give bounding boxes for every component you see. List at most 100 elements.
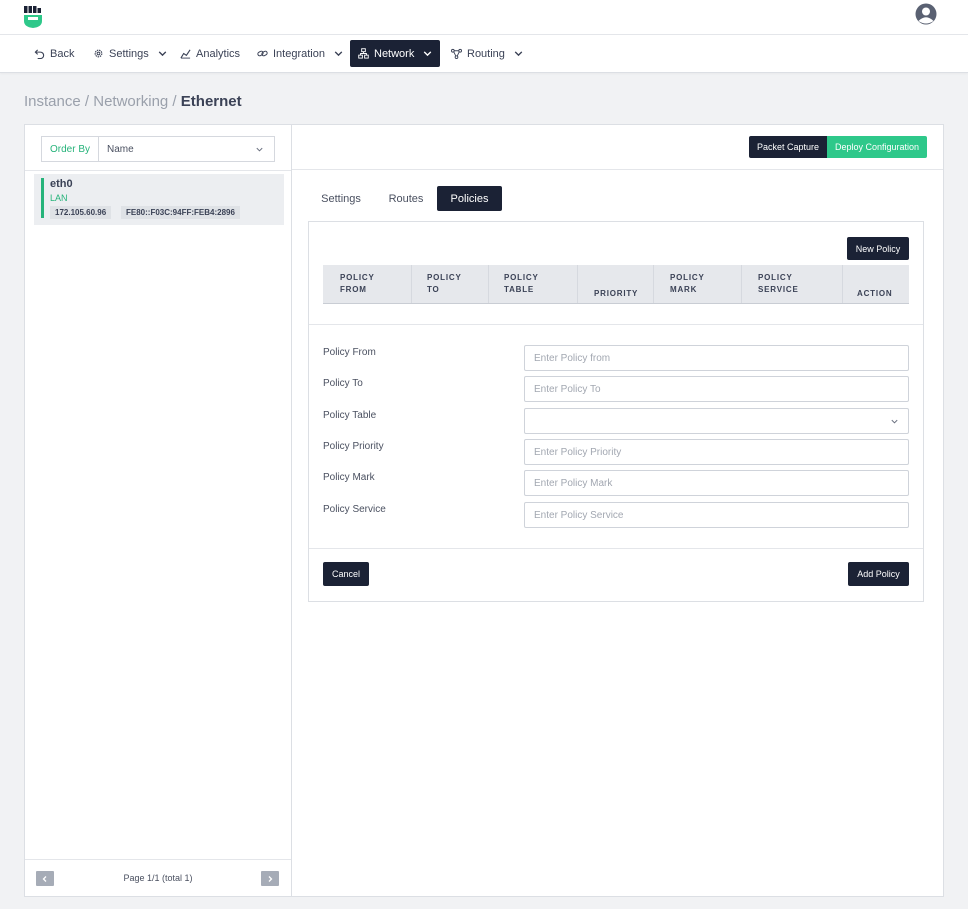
policy-table-label: Policy Table — [323, 410, 377, 421]
chevron-down-icon — [424, 51, 432, 57]
page-info: Page 1/1 (total 1) — [123, 873, 193, 883]
policy-to-input[interactable] — [524, 376, 909, 402]
nav-analytics[interactable]: Analytics — [172, 40, 248, 67]
policies-table-header: POLICY FROM POLICY TO POLICY TABLE PRIOR… — [323, 265, 909, 304]
order-by-label: Order By — [42, 137, 99, 161]
column-separator — [488, 265, 489, 303]
column-header: PRIORITY — [594, 265, 638, 303]
column-header-line2: PRIORITY — [594, 289, 639, 298]
cancel-button[interactable]: Cancel — [323, 562, 369, 586]
breadcrumb-instance[interactable]: Instance — [24, 93, 81, 110]
chevron-down-icon — [334, 51, 343, 57]
column-separator — [577, 265, 578, 303]
chevron-right-icon — [268, 875, 273, 882]
column-separator — [842, 265, 843, 303]
nav-back-label: Back — [50, 47, 75, 60]
column-header-line2: FROM — [340, 285, 367, 294]
column-header: POLICY TO — [427, 265, 462, 303]
column-separator — [741, 265, 742, 303]
ipv6-badge: FE80::F03C:94FF:FEB4:2896 — [121, 206, 240, 219]
column-header: POLICY SERVICE — [758, 265, 799, 303]
interface-name: eth0 — [50, 178, 73, 190]
nav-back[interactable]: Back — [26, 40, 82, 67]
interface-type: LAN — [50, 193, 68, 203]
nav-routing[interactable]: Routing — [443, 40, 532, 67]
fist-logo-icon[interactable] — [24, 6, 42, 28]
deploy-configuration-button[interactable]: Deploy Configuration — [827, 136, 927, 158]
order-by-control: Order By Name — [41, 136, 275, 162]
ipv4-badge: 172.105.60.96 — [50, 206, 112, 219]
active-indicator — [41, 178, 44, 218]
nav-integration-label: Integration — [273, 47, 325, 60]
breadcrumb: Instance / Networking / Ethernet — [24, 93, 242, 110]
chevron-down-icon — [891, 419, 898, 424]
column-header: POLICY FROM — [340, 265, 375, 303]
nav-settings[interactable]: Settings — [85, 40, 176, 67]
divider — [292, 169, 943, 170]
column-header-line1: POLICY — [670, 273, 705, 282]
column-header-line1: POLICY — [427, 273, 462, 282]
new-policy-button[interactable]: New Policy — [847, 237, 909, 260]
column-header: ACTION — [857, 265, 892, 303]
policy-mark-input[interactable] — [524, 470, 909, 496]
next-page-button[interactable] — [261, 871, 279, 886]
add-policy-button[interactable]: Add Policy — [848, 562, 909, 586]
policy-service-label: Policy Service — [323, 504, 386, 515]
breadcrumb-networking[interactable]: Networking — [93, 93, 168, 110]
nav-network-label: Network — [374, 47, 415, 60]
policy-to-label: Policy To — [323, 378, 363, 389]
nav-routing-label: Routing — [467, 47, 505, 60]
pagination: Page 1/1 (total 1) — [25, 859, 291, 897]
policy-priority-label: Policy Priority — [323, 441, 384, 452]
nav-integration[interactable]: Integration — [249, 40, 352, 67]
column-header-line2: TABLE — [504, 285, 535, 294]
nav-network[interactable]: Network — [350, 40, 440, 67]
policy-table-select[interactable] — [524, 408, 909, 434]
network-icon — [358, 48, 369, 59]
nav-analytics-label: Analytics — [196, 47, 241, 60]
policy-priority-input[interactable] — [524, 439, 909, 465]
chevron-down-icon — [256, 147, 263, 152]
divider — [309, 548, 923, 549]
main-nav: Back Settings Analytics Integration Netw… — [0, 35, 968, 73]
undo-icon — [34, 49, 45, 59]
column-separator — [411, 265, 412, 303]
column-header-line1: POLICY — [758, 273, 793, 282]
policy-from-input[interactable] — [524, 345, 909, 371]
column-header: POLICY MARK — [670, 265, 705, 303]
policy-service-input[interactable] — [524, 502, 909, 528]
chevron-down-icon — [514, 51, 523, 57]
user-avatar-icon[interactable] — [915, 3, 937, 25]
tab-settings[interactable]: Settings — [314, 186, 368, 211]
policies-card: New Policy POLICY FROM POLICY TO POLICY … — [308, 221, 924, 602]
link-icon — [257, 50, 268, 57]
column-header-line2: MARK — [670, 285, 698, 294]
tab-policies[interactable]: Policies — [437, 186, 502, 211]
column-header-line1: POLICY — [340, 273, 375, 282]
breadcrumb-separator: / — [80, 93, 94, 110]
divider — [309, 324, 923, 325]
packet-capture-button[interactable]: Packet Capture — [749, 136, 827, 158]
interface-list-panel: Order By Name eth0 LAN 172.105.60.96 FE8… — [24, 124, 292, 897]
column-header-line2: SERVICE — [758, 285, 799, 294]
top-header — [0, 0, 968, 35]
order-by-select[interactable]: Name — [99, 137, 274, 161]
interface-detail-panel: Packet Capture Deploy Configuration Sett… — [291, 124, 944, 897]
column-header-line1: POLICY — [504, 273, 539, 282]
nav-settings-label: Settings — [109, 47, 149, 60]
gear-icon — [94, 49, 103, 58]
breadcrumb-current: Ethernet — [180, 93, 242, 110]
chart-icon — [180, 49, 191, 59]
chevron-down-icon — [158, 51, 167, 57]
column-header: POLICY TABLE — [504, 265, 539, 303]
order-by-value: Name — [107, 143, 134, 155]
column-header-line2: ACTION — [857, 289, 893, 298]
breadcrumb-separator: / — [168, 93, 181, 110]
policy-from-label: Policy From — [323, 347, 376, 358]
tab-routes[interactable]: Routes — [381, 186, 431, 211]
divider — [25, 170, 291, 171]
interface-item-eth0[interactable]: eth0 LAN 172.105.60.96 FE80::F03C:94FF:F… — [34, 174, 284, 225]
policy-mark-label: Policy Mark — [323, 472, 375, 483]
route-icon — [451, 48, 462, 59]
column-separator — [653, 265, 654, 303]
